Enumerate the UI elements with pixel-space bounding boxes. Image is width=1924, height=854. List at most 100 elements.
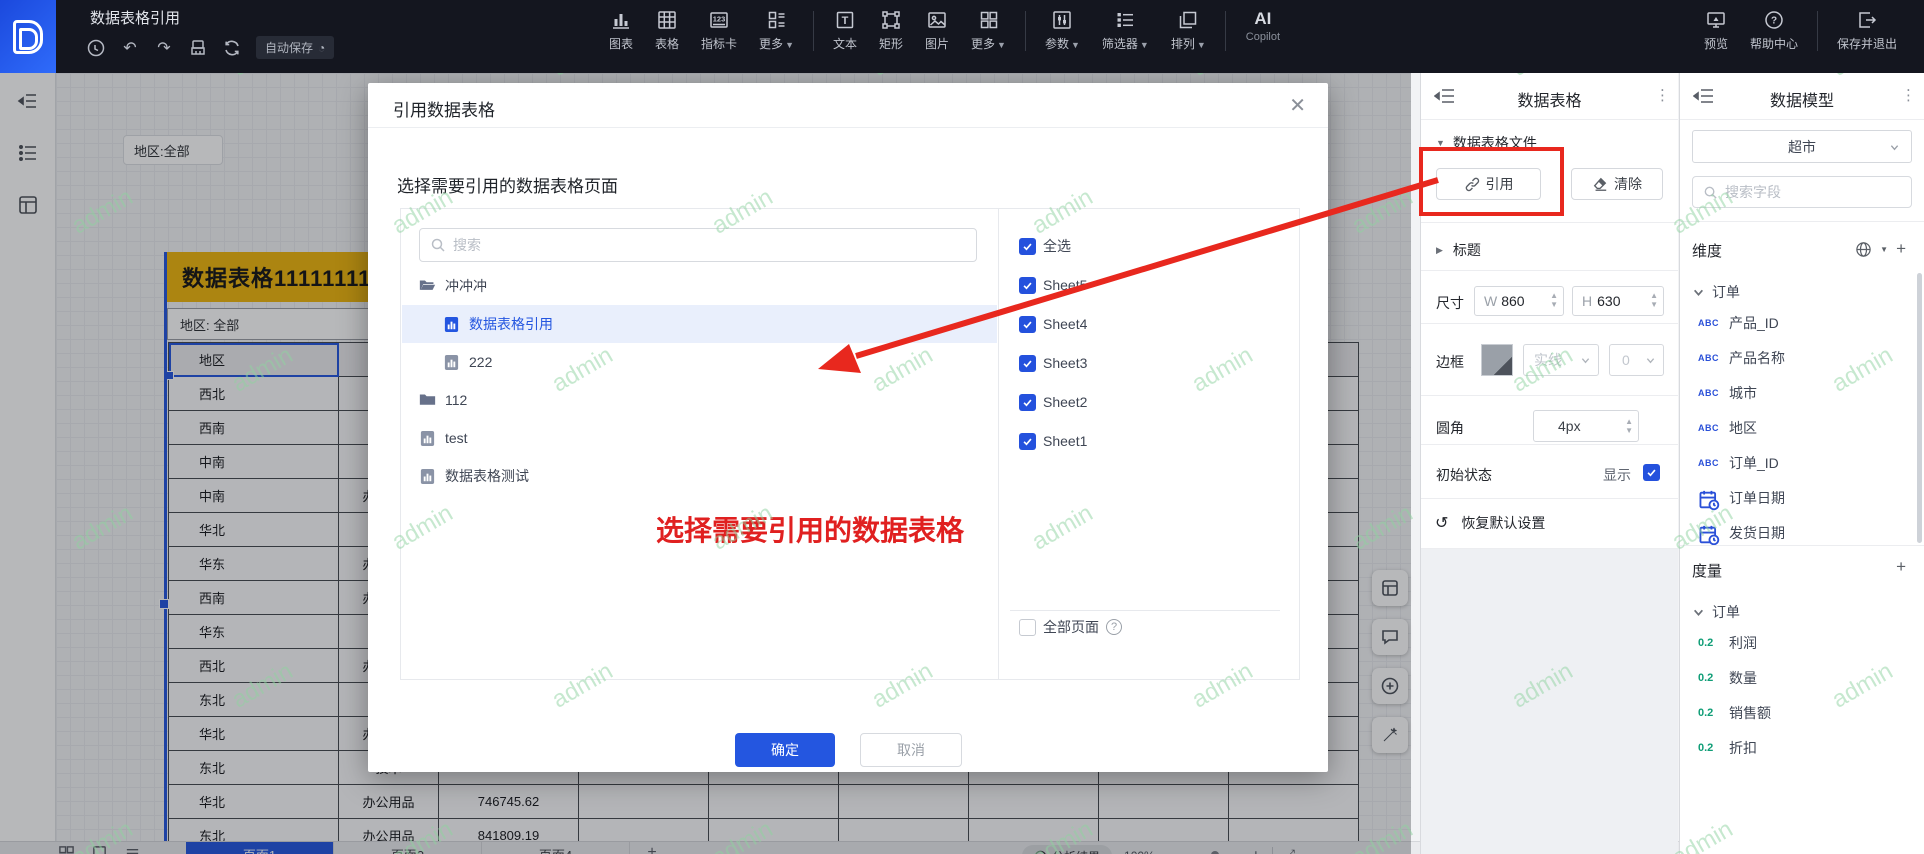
help-question-icon[interactable]: ? [1106,619,1122,635]
confirm-button[interactable]: 确定 [735,733,835,767]
chart-icon [610,9,632,31]
chevron-down-icon [1693,607,1704,618]
topbar-preview-button[interactable]: 预览 [1693,9,1739,52]
field-item[interactable]: 订单日期 [1685,480,1910,515]
field-item[interactable]: ABC城市 [1685,375,1910,410]
ai-copilot-button[interactable]: AICopilot [1234,9,1292,43]
tool-rect[interactable]: 矩形 [868,9,914,52]
toolbar-right: 预览? 帮助中心 保存并退出 [1693,9,1908,53]
field-item[interactable]: ABC产品名称 [1685,340,1910,375]
link-icon [1464,176,1480,192]
field-item[interactable]: ABC地区 [1685,410,1910,445]
section-caret-icon[interactable]: ▼ [1436,138,1445,148]
sheet-checkbox[interactable] [1019,355,1036,372]
stepper-arrows-icon[interactable]: ▲▼ [1625,417,1633,435]
refresh-icon[interactable] [222,38,242,58]
all-pages-checkbox[interactable] [1019,619,1036,636]
sheet-checkbox[interactable] [1019,433,1036,450]
tool-kpi-card[interactable]: 123 指标卡 [690,9,748,52]
stepper-arrows-icon[interactable]: ▲▼ [1550,291,1558,309]
title-caret-icon[interactable]: ▶ [1436,245,1443,256]
radius-label: 圆角 [1436,418,1464,438]
app-logo-icon[interactable] [0,0,56,73]
dataset-select[interactable]: 超市 [1692,130,1912,163]
topbar-help-button[interactable]: ? 帮助中心 [1739,9,1809,52]
reset-defaults-button[interactable]: ↺ 恢复默认设置 [1435,513,1545,533]
panel-more-icon[interactable]: ⋮ [1901,86,1916,104]
rect-icon [880,9,902,31]
abc-icon: ABC [1698,353,1720,363]
history-icon[interactable] [86,38,106,58]
redo-icon[interactable]: ↷ [154,38,174,58]
undo-icon[interactable]: ↶ [120,38,140,58]
tree-item[interactable]: test [402,419,997,457]
panel-data-model: 数据模型 ⋮ 超市 搜索字段 维度 ▼ + 订单 ABC产品_IDABC产品名称… [1679,73,1924,854]
clear-button[interactable]: 清除 [1571,168,1663,200]
field-search-input[interactable]: 搜索字段 [1692,176,1912,208]
sheet-checkbox[interactable] [1019,238,1036,255]
state-checkbox[interactable] [1643,464,1660,481]
sheet-checkbox[interactable] [1019,316,1036,333]
file-tree: 冲冲冲 数据表格引用 222 112 test 数据表格测试 [402,267,997,495]
autosave-badge: 自动保存◔ [256,36,334,59]
tree-item[interactable]: 数据表格引用 [402,305,997,343]
border-width-select[interactable]: 0 [1609,344,1664,376]
sheet-doc-icon [443,354,460,370]
sheet-check-row: Sheet3 [1019,346,1087,380]
filter-icon [1114,9,1136,31]
tool-more2-grid[interactable]: 更多▼ [960,9,1017,52]
picker-container: 搜索 冲冲冲 数据表格引用 222 112 test 数据表格测试 全选 She… [400,208,1300,680]
table-icon [656,9,678,31]
tool-table[interactable]: 表格 [644,9,690,52]
stepper-arrows-icon[interactable]: ▲▼ [1650,291,1658,309]
panel-title: 数据模型 [1680,87,1924,111]
sheet-checkbox[interactable] [1019,277,1036,294]
tool-filter[interactable]: 筛选器▼ [1091,9,1160,52]
reference-button[interactable]: 引用 [1436,168,1541,200]
border-color-swatch[interactable] [1481,344,1513,376]
tree-search-input[interactable]: 搜索 [419,228,977,262]
field-item[interactable]: 0.2销售额 [1685,695,1910,730]
width-stepper[interactable]: W860 ▲▼ [1474,286,1564,316]
height-stepper[interactable]: H630 ▲▼ [1572,286,1664,316]
add-measure-icon[interactable]: + [1896,557,1906,577]
radius-stepper[interactable]: 4px ▲▼ [1533,410,1639,442]
tree-item[interactable]: 112 [402,381,997,419]
tool-text[interactable]: T 文本 [822,9,868,52]
cancel-button[interactable]: 取消 [860,733,962,767]
tool-params[interactable]: 参数▼ [1034,9,1091,52]
field-item[interactable]: ABC产品_ID [1685,305,1910,340]
measure-group-row[interactable]: 订单 [1693,602,1740,622]
chevron-down-icon [1693,287,1704,298]
close-icon[interactable]: ✕ [1289,93,1306,118]
sheet-check-row: Sheet4 [1019,307,1087,341]
field-item[interactable]: 0.2利润 [1685,625,1910,660]
border-style-select[interactable]: 实线 [1523,344,1599,376]
tree-item[interactable]: 数据表格测试 [402,457,997,495]
field-item[interactable]: 0.2折扣 [1685,730,1910,765]
panel-more-icon[interactable]: ⋮ [1655,86,1670,104]
clean-icon[interactable] [188,38,208,58]
field-item[interactable]: ABC订单_ID [1685,445,1910,480]
preview-icon [1705,9,1727,31]
annotation-note: 选择需要引用的数据表格 [656,509,964,549]
tool-chart[interactable]: 图表 [598,9,644,52]
panel-scrollbar[interactable] [1917,273,1922,543]
add-dimension-icon[interactable]: + [1896,239,1906,259]
sheet-checkbox[interactable] [1019,394,1036,411]
document-title: 数据表格引用 [90,7,180,28]
field-item[interactable]: 0.2数量 [1685,660,1910,695]
tool-more-grid[interactable]: 更多▼ [748,9,805,52]
text-icon: T [834,9,856,31]
topbar-exit-button[interactable]: 保存并退出 [1826,9,1908,52]
dimension-group-row[interactable]: 订单 [1693,282,1740,302]
tree-item[interactable]: 222 [402,343,997,381]
globe-caret-icon[interactable]: ▼ [1880,245,1888,254]
globe-icon[interactable] [1855,241,1872,258]
chevron-down-icon [1890,143,1899,152]
tool-arrange[interactable]: 排列▼ [1160,9,1217,52]
panel-title: 数据表格 [1421,87,1678,111]
tree-item[interactable]: 冲冲冲 [402,267,997,305]
tool-image[interactable]: 图片 [914,9,960,52]
sheet-doc-icon [419,430,436,446]
